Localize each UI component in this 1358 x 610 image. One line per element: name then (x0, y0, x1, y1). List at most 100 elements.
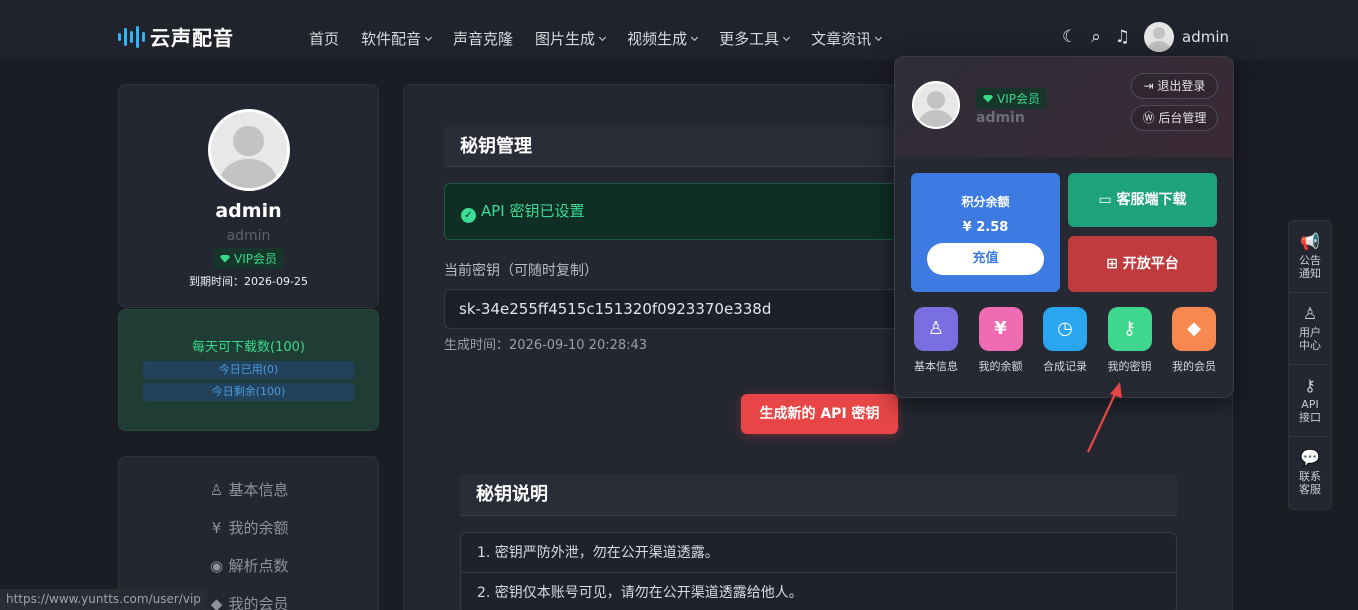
float-item-label: 联系客服 (1299, 470, 1321, 496)
alert-text: API 密钥已设置 (481, 202, 585, 220)
balance-tile: 积分余额 ¥ 2.58 充值 (911, 173, 1060, 292)
key-icon: ⚷ (1304, 376, 1316, 395)
status-url: https://www.yuntts.com/user/vip (0, 589, 207, 610)
chevron-down-icon (875, 33, 883, 41)
quick-link-label: 基本信息 (914, 360, 958, 373)
dropdown-vip-badge: VIP会员 (976, 88, 1047, 109)
wordpress-icon: Ⓦ (1142, 111, 1159, 125)
nav-item-label: 声音克隆 (453, 30, 514, 48)
open-platform-label: 开放平台 (1122, 256, 1179, 272)
vip-label: VIP会员 (234, 252, 277, 266)
note-item: 2. 密钥仅本账号可见，请勿在公开渠道透露给他人。 (461, 573, 1176, 610)
float-item-label: 用户中心 (1299, 326, 1321, 352)
key-icon: ⚷ (1107, 307, 1152, 351)
sitemap-icon: ⊞ (1106, 256, 1123, 272)
chevron-down-icon (691, 33, 699, 41)
user-icon: ♙ (914, 307, 958, 351)
nav-item-label: 更多工具 (719, 30, 780, 48)
nav-item-label: 首页 (309, 30, 340, 48)
diamond-icon (220, 254, 230, 263)
user-icon: ♙ (209, 481, 224, 499)
quick-link-label: 合成记录 (1043, 360, 1087, 373)
nav-item-1[interactable]: 软件配音 (361, 28, 433, 49)
dropdown-username: admin (976, 110, 1025, 126)
moon-icon[interactable]: ☾ (1062, 27, 1077, 47)
top-nav: 云声配音 首页 软件配音 声音克隆 图片生成 视频生成 更多工具 文章资讯 ☾ ⌕ ♫ ad… (0, 0, 1358, 60)
admin-panel-button[interactable]: Ⓦ 后台管理 (1131, 105, 1218, 131)
float-item-2[interactable]: ⚷ API接口 (1289, 365, 1331, 437)
generate-key-button[interactable]: 生成新的 API 密钥 (741, 394, 898, 434)
search-icon[interactable]: ⌕ (1091, 27, 1101, 47)
nav-item-2[interactable]: 声音克隆 (453, 28, 513, 49)
open-platform-button[interactable]: ⊞ 开放平台 (1068, 236, 1217, 292)
float-item-1[interactable]: ♙ 用户中心 (1289, 293, 1331, 365)
note-item: 1. 密钥严防外泄，勿在公开渠道透露。 (461, 533, 1176, 573)
diamond-icon: ◆ (210, 595, 223, 610)
expire-date: 到期时间：2026-09-25 (189, 275, 308, 288)
balance-value: ¥ 2.58 (962, 220, 1009, 235)
quick-link-label: 我的会员 (1172, 360, 1216, 373)
recharge-button[interactable]: 充值 (927, 243, 1044, 275)
profile-avatar (207, 109, 290, 191)
quick-link-key[interactable]: ⚷ 我的密钥 (1099, 307, 1161, 374)
side-menu-label: 我的余额 (228, 519, 289, 537)
quick-link-clock[interactable]: ◷ 合成记录 (1034, 307, 1096, 374)
annotation-arrow (1087, 382, 1122, 453)
nav-item-3[interactable]: 图片生成 (535, 28, 607, 49)
quick-links: ♙ 基本信息 ¥ 我的余额 ◷ 合成记录 ⚷ 我的密钥 ◆ 我的会员 (905, 307, 1225, 374)
logout-button[interactable]: ⇥ 退出登录 (1131, 73, 1218, 99)
logo-waveform-icon (118, 25, 145, 48)
section-title: 秘钥管理 (444, 127, 914, 167)
nav-item-label: 视频生成 (627, 30, 688, 48)
yen-icon: ¥ (978, 307, 1023, 351)
side-menu-item-0[interactable]: ♙ 基本信息 (119, 471, 378, 509)
monitor-icon: ▭ (1098, 192, 1117, 208)
nav-item-0[interactable]: 首页 (309, 28, 339, 49)
chevron-down-icon (424, 33, 433, 41)
megaphone-icon: 📢 (1300, 232, 1320, 251)
balance-label: 积分余额 (961, 195, 1010, 209)
nav-item-4[interactable]: 视频生成 (627, 28, 699, 49)
download-quota-title: 每天可下载数(100) (192, 340, 305, 355)
nav-item-label: 文章资讯 (811, 30, 872, 48)
client-download-button[interactable]: ▭ 客服端下载 (1068, 173, 1217, 227)
float-item-3[interactable]: 💬 联系客服 (1289, 437, 1331, 509)
download-quota-card: 每天可下载数(100) 今日已用(0) 今日剩余(100) (118, 309, 379, 431)
profile-name: admin (215, 200, 282, 222)
main-menu: 首页 软件配音 声音克隆 图片生成 视频生成 更多工具 文章资讯 (309, 28, 883, 49)
logout-label: 退出登录 (1157, 79, 1206, 93)
quick-link-user[interactable]: ♙ 基本信息 (905, 307, 967, 374)
nav-actions: ☾ ⌕ ♫ admin (1062, 22, 1229, 52)
float-item-0[interactable]: 📢 公告通知 (1289, 221, 1331, 293)
clock-icon: ◷ (1043, 307, 1087, 351)
avatar[interactable] (1144, 22, 1175, 52)
profile-card: admin admin VIP会员 到期时间：2026-09-25 (118, 84, 379, 308)
quick-link-label: 我的余额 (978, 360, 1023, 373)
side-menu: ♙ 基本信息 ¥ 我的余额 ◉ 解析点数 ◆ 我的会员 (118, 456, 379, 610)
profile-subname: admin (226, 228, 271, 244)
nav-item-6[interactable]: 文章资讯 (811, 28, 883, 49)
user-icon: ♙ (1302, 304, 1318, 323)
logout-icon: ⇥ (1143, 79, 1158, 93)
coins-icon: ◉ (209, 557, 224, 575)
quick-link-diamond[interactable]: ◆ 我的会员 (1163, 307, 1225, 374)
side-menu-item-2[interactable]: ◉ 解析点数 (119, 547, 378, 585)
success-alert: ✓ API 密钥已设置 (444, 183, 914, 240)
nav-item-label: 图片生成 (535, 30, 596, 48)
side-menu-item-1[interactable]: ¥ 我的余额 (119, 509, 378, 547)
nav-username[interactable]: admin (1182, 28, 1229, 46)
floating-toolbar: 📢 公告通知 ♙ 用户中心 ⚷ API接口 💬 联系客服 (1288, 220, 1332, 510)
quick-link-yen[interactable]: ¥ 我的余额 (970, 307, 1032, 374)
float-item-label: 公告通知 (1299, 254, 1321, 280)
nav-item-label: 软件配音 (361, 30, 422, 48)
api-key-field[interactable]: sk-34e255ff4515c151320f0923370e338d (444, 289, 914, 329)
dropdown-avatar (912, 81, 960, 129)
yen-icon: ¥ (211, 519, 222, 537)
logo[interactable]: 云声配音 (118, 22, 234, 51)
user-dropdown: VIP会员 admin ⇥ 退出登录 Ⓦ 后台管理 积分余额 ¥ 2.58 充值… (894, 56, 1234, 398)
side-menu-label: 解析点数 (228, 557, 289, 575)
wechat-icon: 💬 (1300, 448, 1320, 467)
nav-item-5[interactable]: 更多工具 (719, 28, 791, 49)
bell-icon[interactable]: ♫ (1115, 27, 1130, 47)
diamond-icon (983, 94, 993, 103)
